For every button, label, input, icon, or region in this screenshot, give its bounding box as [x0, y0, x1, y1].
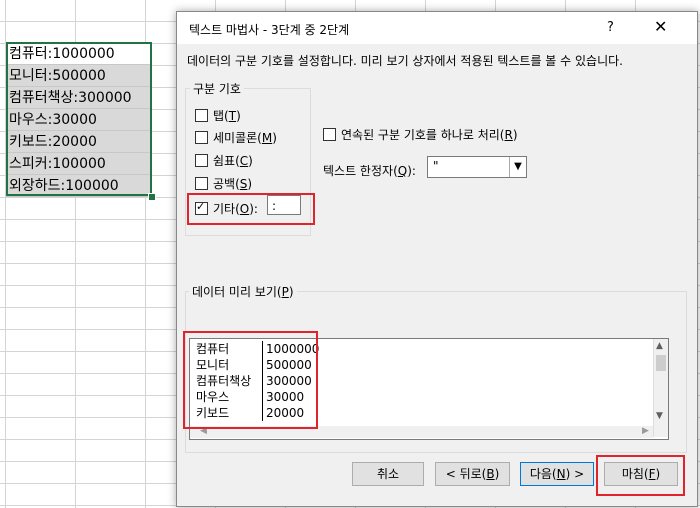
finish-button[interactable]: 마침(F)	[604, 462, 678, 486]
comma-label: 쉼표	[213, 154, 236, 168]
tab-option[interactable]: 탭(T)	[195, 107, 241, 124]
text-wizard-dialog: 텍스트 마법사 - 3단계 중 2단계 ? ✕ 데이터의 구분 기호를 설정합니…	[176, 11, 698, 507]
tab-label: 탭	[213, 109, 225, 123]
space-option[interactable]: 공백(S)	[195, 175, 252, 192]
tab-checkbox[interactable]	[195, 109, 208, 122]
other-option[interactable]: 기타(O):	[195, 200, 258, 217]
qualifier-key: Q	[397, 164, 408, 178]
space-key: S	[239, 176, 248, 191]
comma-key: C	[239, 153, 249, 168]
comma-option[interactable]: 쉼표(C)	[195, 152, 253, 169]
preview-row: 마우스 30000	[196, 389, 319, 405]
preview-box[interactable]: 컴퓨터 1000000 모니터 500000 컴퓨터책상 300000 마우스 3000…	[189, 338, 669, 440]
scroll-thumb[interactable]	[656, 355, 666, 371]
finish-label: 마침	[621, 467, 644, 481]
semicolon-label: 세미콜론	[213, 131, 258, 145]
next-label: 다음	[529, 467, 552, 481]
next-suffix: >	[570, 467, 585, 481]
space-checkbox[interactable]	[195, 177, 208, 190]
other-key: O	[239, 201, 250, 216]
preview-cell: 마우스	[196, 390, 230, 404]
help-button[interactable]: ?	[607, 20, 614, 35]
cell-a5[interactable]: 키보드:20000	[6, 131, 152, 153]
finish-key: F	[648, 467, 656, 481]
semicolon-checkbox[interactable]	[195, 131, 208, 144]
qualifier-label: 텍스트 한정자(Q):	[323, 164, 416, 178]
scroll-down-icon[interactable]: ▼	[656, 411, 663, 421]
back-key: B	[486, 467, 495, 481]
consecutive-key: R	[504, 127, 513, 142]
cell-a2[interactable]: 모니터:500000	[6, 65, 152, 87]
semicolon-key: M	[261, 130, 273, 145]
cell-a6[interactable]: 스피커:100000	[6, 153, 152, 175]
cell-a4[interactable]: 마우스:30000	[6, 109, 152, 131]
qualifier-value: "	[433, 159, 439, 173]
tab-key: T	[228, 108, 237, 123]
close-button[interactable]: ✕	[654, 17, 667, 36]
preview-row: 모니터 500000	[196, 357, 319, 373]
preview-cell: 키보드	[196, 406, 230, 420]
scroll-right-icon[interactable]: ▶	[642, 426, 649, 436]
other-label: 기타	[213, 202, 236, 216]
preview-cell: 30000	[262, 389, 304, 405]
preview-cell: 1000000	[262, 341, 319, 357]
cell-a3[interactable]: 컴퓨터책상:300000	[6, 87, 152, 109]
delimiter-legend: 구분 기호	[190, 80, 244, 97]
back-label: < 뒤로	[445, 467, 482, 481]
preview-cell: 컴퓨터책상	[196, 374, 252, 388]
other-checkbox[interactable]	[195, 200, 208, 215]
fill-handle[interactable]	[148, 193, 156, 201]
preview-key: P	[281, 285, 289, 299]
cancel-label: 취소	[376, 467, 400, 481]
title-bar[interactable]: 텍스트 마법사 - 3단계 중 2단계 ? ✕	[177, 12, 697, 44]
preview-legend-text: 데이터 미리 보기	[192, 285, 277, 299]
chevron-down-icon[interactable]: ▼	[509, 157, 526, 177]
back-button[interactable]: < 뒤로(B)	[435, 462, 510, 486]
consecutive-option[interactable]: 연속된 구분 기호를 하나로 처리(R)	[323, 126, 518, 143]
next-key: N	[556, 467, 566, 481]
preview-horizontal-scrollbar[interactable]: ◀ ▶	[190, 426, 653, 438]
semicolon-option[interactable]: 세미콜론(M)	[195, 129, 277, 146]
preview-cell: 500000	[262, 357, 312, 373]
preview-cell: 20000	[262, 405, 304, 421]
qualifier-label-text: 텍스트 한정자	[323, 164, 394, 178]
next-button[interactable]: 다음(N) >	[520, 462, 594, 486]
qualifier-select[interactable]: " ▼	[427, 156, 527, 178]
space-label: 공백	[213, 177, 236, 191]
cancel-button[interactable]: 취소	[352, 462, 424, 486]
dialog-title: 텍스트 마법사 - 3단계 중 2단계	[189, 23, 350, 37]
cell-column: 컴퓨터:1000000 모니터:500000 컴퓨터책상:300000 마우스:…	[6, 43, 152, 197]
preview-cell: 300000	[262, 373, 312, 389]
consecutive-checkbox[interactable]	[323, 128, 336, 141]
other-delimiter-input[interactable]: :	[267, 195, 301, 215]
consecutive-label: 연속된 구분 기호를 하나로 처리	[341, 128, 500, 142]
instruction-text: 데이터의 구분 기호를 설정합니다. 미리 보기 상자에서 적용된 텍스트를 볼…	[187, 54, 623, 68]
preview-row: 컴퓨터 1000000	[196, 341, 319, 357]
comma-checkbox[interactable]	[195, 154, 208, 167]
preview-cell: 모니터	[196, 358, 230, 372]
preview-cell: 컴퓨터	[196, 342, 230, 356]
preview-legend: 데이터 미리 보기(P)	[189, 283, 297, 300]
scroll-up-icon[interactable]: ▲	[656, 341, 663, 351]
preview-row: 컴퓨터책상 300000	[196, 373, 319, 389]
scroll-left-icon[interactable]: ◀	[200, 426, 207, 436]
cell-a7[interactable]: 외장하드:100000	[6, 175, 152, 197]
preview-row: 키보드 20000	[196, 405, 319, 421]
cell-a1[interactable]: 컴퓨터:1000000	[6, 43, 152, 65]
preview-grid: 컴퓨터 1000000 모니터 500000 컴퓨터책상 300000 마우스 3000…	[196, 341, 319, 421]
preview-vertical-scrollbar[interactable]: ▲ ▼	[653, 339, 668, 437]
